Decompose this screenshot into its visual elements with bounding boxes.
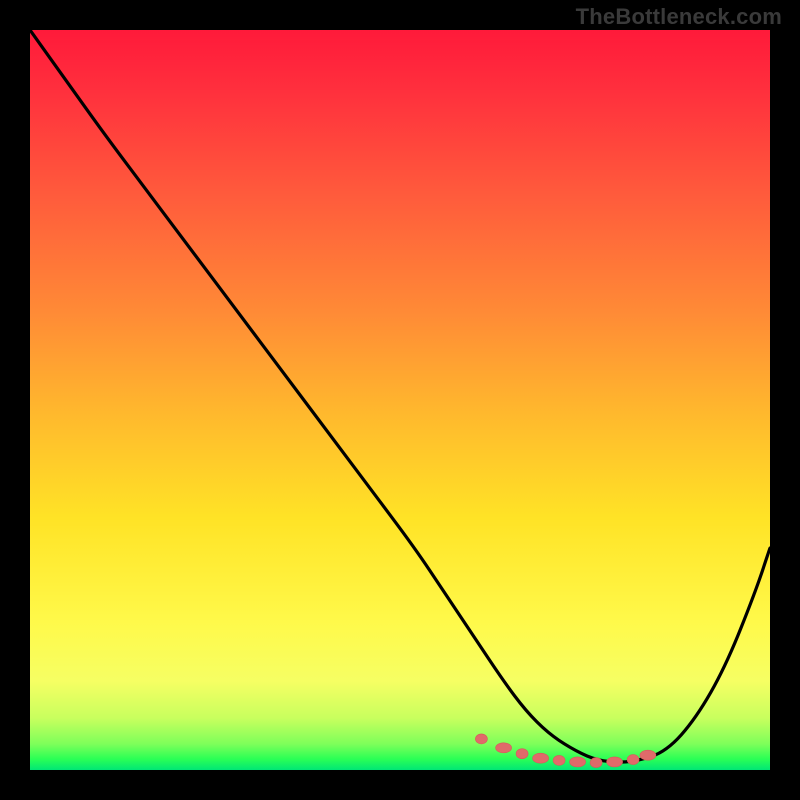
optimal-zone-dots	[475, 734, 656, 768]
dot	[553, 755, 565, 765]
dot	[607, 757, 623, 767]
plot-area	[30, 30, 770, 770]
dot	[640, 750, 656, 760]
bottleneck-curve	[30, 30, 770, 762]
dot	[496, 743, 512, 753]
dot	[570, 757, 586, 767]
dot	[516, 749, 528, 759]
dot	[627, 755, 639, 765]
chart-frame: TheBottleneck.com	[0, 0, 800, 800]
dot	[533, 753, 549, 763]
curve-svg	[30, 30, 770, 770]
watermark-text: TheBottleneck.com	[576, 4, 782, 30]
dot	[475, 734, 487, 744]
dot	[590, 758, 602, 768]
